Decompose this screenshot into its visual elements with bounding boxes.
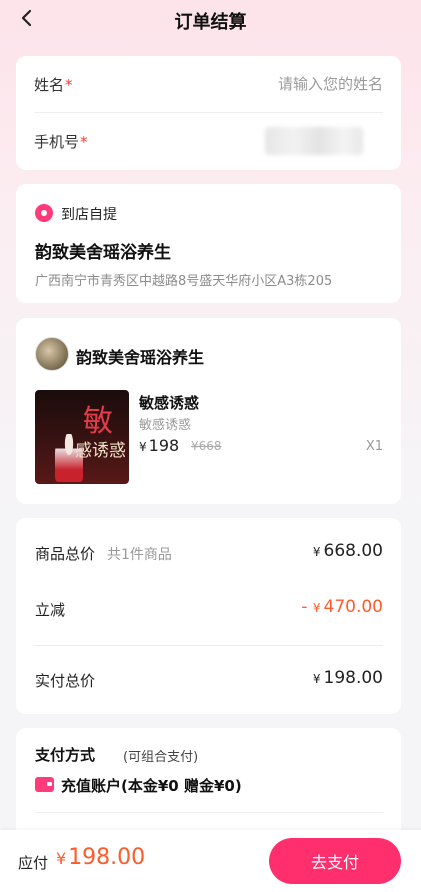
payment-note: (可组合支付)	[123, 750, 199, 765]
amount-due-label: 应付	[18, 854, 49, 872]
item-count: 共1件商品	[107, 547, 172, 563]
discount-label: 立减	[35, 601, 66, 619]
shop-name: 韵致美舍瑶浴养生	[76, 348, 205, 367]
product-title: 敏感诱惑	[139, 394, 200, 412]
wallet-icon	[35, 777, 54, 792]
payment-title: 支付方式	[35, 746, 96, 764]
name-row: 姓名*	[34, 56, 383, 112]
amount-due: ¥198.00	[56, 845, 146, 870]
price-summary-card: 商品总价 共1件商品 ¥668.00 立减 - ¥470.00 实付总价 ¥19…	[16, 518, 401, 714]
location-pin-icon	[35, 204, 53, 222]
name-input[interactable]	[183, 70, 383, 98]
top-bar: 订单结算	[0, 0, 421, 40]
pay-button[interactable]: 去支付	[269, 838, 401, 884]
contact-form-card: 姓名* 手机号*	[16, 56, 401, 170]
name-label: 姓名*	[34, 75, 73, 94]
pickup-address: 广西南宁市青秀区中越路8号盛天华府小区A3栋205	[35, 274, 333, 289]
order-item-card: 韵致美舍瑶浴养生 敏 感诱惑 敏感诱惑 敏感诱惑 ¥198 ¥668 X1	[16, 318, 401, 504]
total-price-row: 商品总价 共1件商品 ¥668.00	[35, 541, 383, 567]
summary-divider	[34, 645, 383, 646]
pickup-store-name: 韵致美舍瑶浴养生	[35, 243, 171, 263]
total-label: 商品总价	[35, 545, 96, 563]
product-price: ¥198	[139, 436, 180, 455]
product-image[interactable]: 敏 感诱惑	[35, 390, 129, 484]
product-subtitle: 敏感诱惑	[139, 418, 192, 433]
pickup-card: 到店自提 韵致美舍瑶浴养生 广西南宁市青秀区中越路8号盛天华府小区A3栋205	[16, 184, 401, 303]
payment-divider	[35, 812, 383, 813]
payment-option-balance[interactable]: 充值账户(本金¥0 赠金¥0)	[61, 775, 242, 796]
phone-label: 手机号*	[34, 132, 88, 151]
discount-row: 立减 - ¥470.00	[35, 597, 383, 623]
paid-label: 实付总价	[35, 672, 96, 690]
checkout-bar: 应付 ¥198.00 去支付	[0, 830, 421, 892]
phone-field-blurred[interactable]	[265, 127, 363, 155]
page-title: 订单结算	[174, 12, 247, 33]
paid-total-row: 实付总价 ¥198.00	[35, 668, 383, 694]
shop-avatar	[35, 337, 69, 371]
product-image-big-text: 敏	[83, 404, 113, 439]
paid-value: ¥198.00	[312, 668, 383, 688]
pickup-method: 到店自提	[61, 207, 117, 223]
total-value: ¥668.00	[312, 541, 383, 561]
phone-row: 手机号*	[34, 113, 383, 169]
discount-value: - ¥470.00	[301, 597, 383, 617]
product-image-small-text: 感诱惑	[75, 441, 126, 461]
payment-method-card: 支付方式 (可组合支付) 充值账户(本金¥0 赠金¥0)	[16, 728, 401, 838]
product-quantity: X1	[365, 439, 383, 454]
product-original-price: ¥668	[191, 439, 222, 453]
